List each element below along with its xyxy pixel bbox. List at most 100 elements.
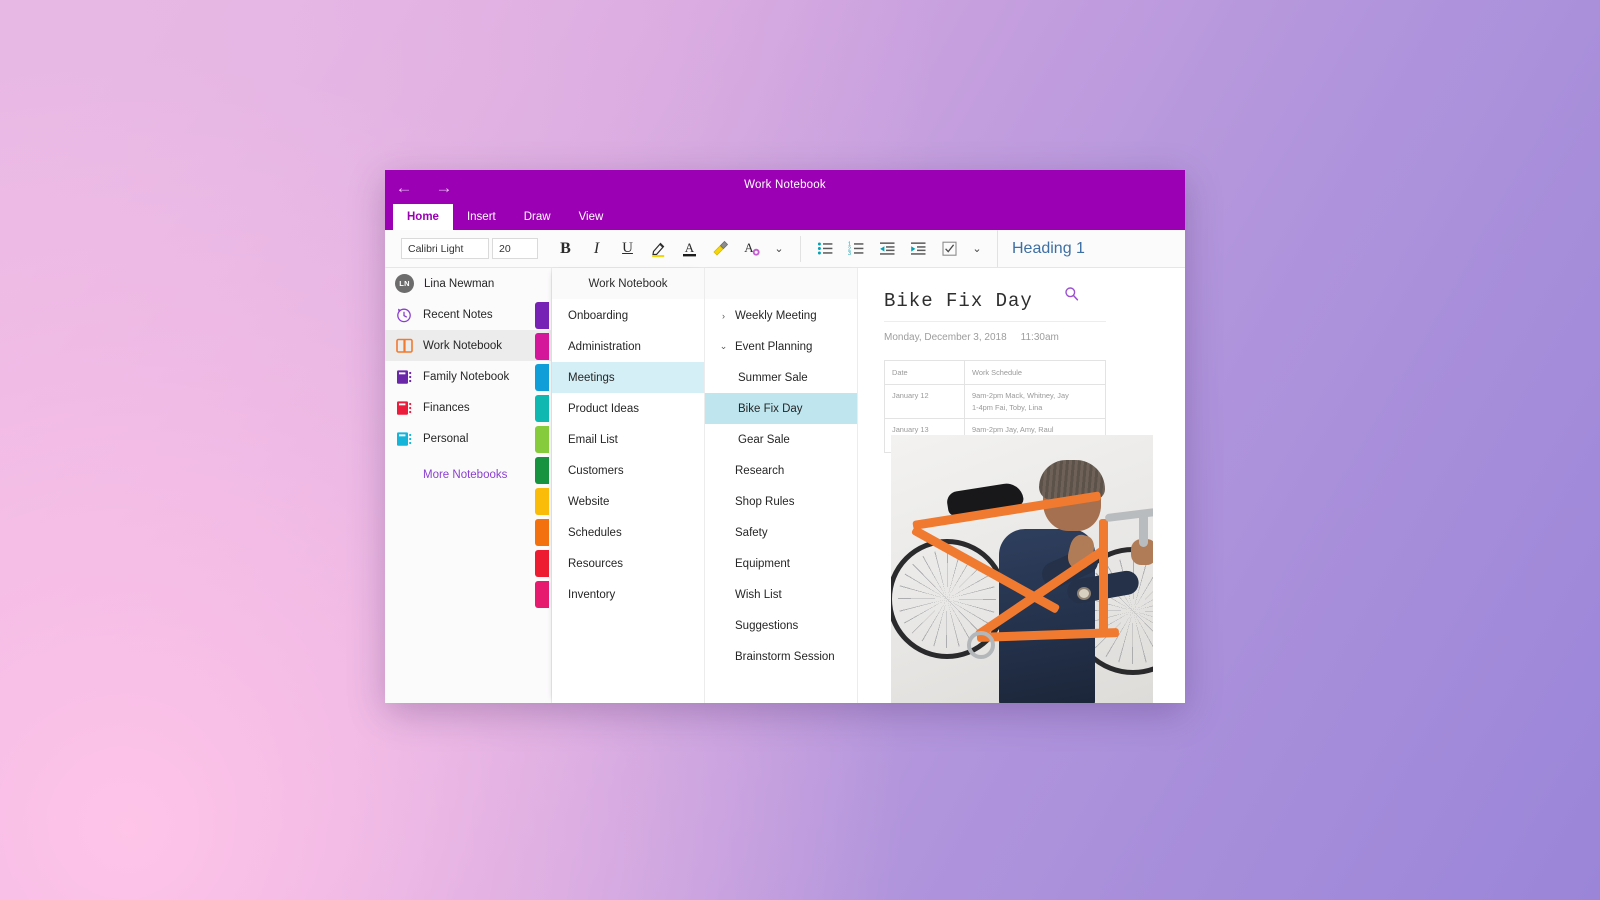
italic-button[interactable]: I <box>581 234 612 264</box>
styles-group: Heading 1 <box>997 230 1099 267</box>
schedule-line-afternoon: 1-4pm Fai, Toby, Lina <box>972 402 1043 412</box>
tab-draw[interactable]: Draw <box>510 204 565 230</box>
page-item-suggestions[interactable]: Suggestions <box>705 610 857 641</box>
highlighter-button[interactable] <box>643 234 674 264</box>
pages-panel-header <box>705 268 857 299</box>
section-item-onboarding[interactable]: Onboarding <box>535 300 704 331</box>
section-item-meetings[interactable]: Meetings <box>535 362 704 393</box>
notebook-icon <box>395 430 413 448</box>
sidebar-item-work-notebook[interactable]: Work Notebook <box>385 330 551 361</box>
toolbar-divider <box>800 235 801 262</box>
section-label: Customers <box>568 464 624 477</box>
page-item-shop-rules[interactable]: Shop Rules <box>705 486 857 517</box>
chevron-down-icon[interactable]: ⌄ <box>719 341 728 352</box>
decrease-indent-button[interactable] <box>872 234 903 264</box>
page-item-wish-list[interactable]: Wish List <box>705 579 857 610</box>
sidebar-item-label: Personal <box>423 432 469 445</box>
bicycle-crank <box>967 631 995 659</box>
checkbox-todo-button[interactable] <box>934 234 965 264</box>
notebooks-sidebar: LN Lina Newman Recent Notes Work Noteboo… <box>385 268 552 703</box>
page-label: Summer Sale <box>738 371 808 384</box>
page-item-bike-fix-day[interactable]: Bike Fix Day <box>705 393 857 424</box>
note-photo[interactable] <box>891 435 1153 703</box>
sidebar-item-recent-notes[interactable]: Recent Notes <box>385 299 551 330</box>
sidebar-item-label: Finances <box>423 401 470 414</box>
clear-formatting-button[interactable]: A <box>736 234 767 264</box>
svg-text:A: A <box>685 240 695 255</box>
section-color-tab <box>535 426 549 453</box>
section-label: Meetings <box>568 371 615 384</box>
numbered-list-button[interactable]: 1 2 3 <box>841 234 872 264</box>
page-item-brainstorm-session[interactable]: Brainstorm Session <box>705 641 857 672</box>
tab-view[interactable]: View <box>565 204 618 230</box>
sidebar-item-label: Recent Notes <box>423 308 493 321</box>
section-item-customers[interactable]: Customers <box>535 455 704 486</box>
section-color-tab <box>535 364 549 391</box>
page-timestamp: Monday, December 3, 2018 11:30am <box>884 332 1185 343</box>
page-item-summer-sale[interactable]: Summer Sale <box>705 362 857 393</box>
page-item-safety[interactable]: Safety <box>705 517 857 548</box>
sections-list: Onboarding Administration Meetings Produ… <box>535 299 704 610</box>
numbered-list-icon: 1 2 3 <box>848 241 864 257</box>
open-notebook-icon <box>395 337 413 355</box>
section-label: Resources <box>568 557 623 570</box>
page-item-event-planning[interactable]: ⌄ Event Planning <box>705 331 857 362</box>
tab-home[interactable]: Home <box>393 204 453 230</box>
section-color-tab <box>535 333 549 360</box>
heading-style-button[interactable]: Heading 1 <box>1012 240 1085 258</box>
sidebar-item-label: Family Notebook <box>423 370 510 383</box>
font-overflow-chevron[interactable]: ⌄ <box>767 234 791 264</box>
window-title: Work Notebook <box>744 179 826 191</box>
checkbox-icon <box>942 241 957 256</box>
page-item-weekly-meeting[interactable]: › Weekly Meeting <box>705 300 857 331</box>
list-group: 1 2 3 ⌄ <box>804 230 995 267</box>
format-painter-button[interactable] <box>705 234 736 264</box>
page-label: Equipment <box>735 557 790 570</box>
page-item-research[interactable]: Research <box>705 455 857 486</box>
increase-indent-icon <box>911 242 926 255</box>
section-item-email-list[interactable]: Email List <box>535 424 704 455</box>
font-name-input[interactable]: Calibri Light <box>401 238 489 259</box>
section-item-schedules[interactable]: Schedules <box>535 517 704 548</box>
user-account-item[interactable]: LN Lina Newman <box>385 268 551 299</box>
onenote-app-window: ← → Work Notebook Home Insert Draw View … <box>385 170 1185 703</box>
sidebar-item-personal[interactable]: Personal <box>385 423 551 454</box>
section-item-administration[interactable]: Administration <box>535 331 704 362</box>
bold-button[interactable]: B <box>550 234 581 264</box>
section-color-tab <box>535 519 549 546</box>
section-color-tab <box>535 550 549 577</box>
font-color-button[interactable]: A <box>674 234 705 264</box>
sidebar-item-family-notebook[interactable]: Family Notebook <box>385 361 551 392</box>
decrease-indent-icon <box>880 242 895 255</box>
search-icon[interactable] <box>1061 283 1081 303</box>
sections-panel: Work Notebook Onboarding Administration … <box>535 268 705 703</box>
section-item-resources[interactable]: Resources <box>535 548 704 579</box>
sidebar-item-finances[interactable]: Finances <box>385 392 551 423</box>
page-item-equipment[interactable]: Equipment <box>705 548 857 579</box>
page-label: Suggestions <box>735 619 799 632</box>
page-label: Brainstorm Session <box>735 650 835 663</box>
increase-indent-button[interactable] <box>903 234 934 264</box>
section-item-website[interactable]: Website <box>535 486 704 517</box>
bullet-list-button[interactable] <box>810 234 841 264</box>
section-color-tab <box>535 457 549 484</box>
bullet-list-icon <box>817 242 833 255</box>
notebook-icon <box>395 399 413 417</box>
underline-button[interactable]: U <box>612 234 643 264</box>
font-size-input[interactable]: 20 <box>492 238 538 259</box>
section-item-product-ideas[interactable]: Product Ideas <box>535 393 704 424</box>
page-label: Gear Sale <box>738 433 790 446</box>
page-label: Event Planning <box>735 340 813 353</box>
list-overflow-chevron[interactable]: ⌄ <box>965 234 989 264</box>
more-notebooks-link[interactable]: More Notebooks <box>385 460 551 490</box>
section-color-tab <box>535 302 549 329</box>
table-header-row: Date Work Schedule <box>884 359 1106 386</box>
font-group: Calibri Light 20 <box>385 230 544 267</box>
page-item-gear-sale[interactable]: Gear Sale <box>705 424 857 455</box>
section-item-inventory[interactable]: Inventory <box>535 579 704 610</box>
sections-panel-title: Work Notebook <box>588 277 668 290</box>
chevron-right-icon[interactable]: › <box>719 311 728 321</box>
tab-insert[interactable]: Insert <box>453 204 510 230</box>
page-time: 11:30am <box>1020 332 1059 343</box>
bicycle-handlebar-grip <box>1139 513 1148 547</box>
